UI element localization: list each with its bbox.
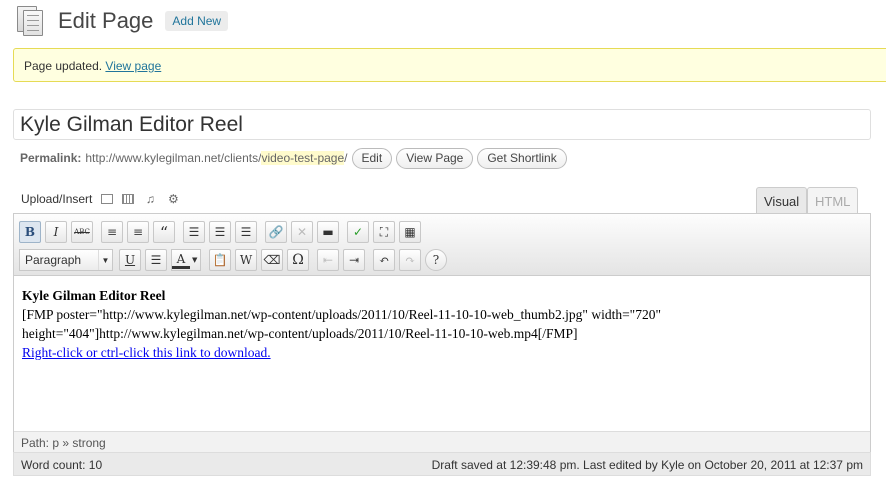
redo-icon[interactable]: ↷ <box>399 249 421 271</box>
edit-permalink-button[interactable]: Edit <box>351 147 393 169</box>
align-center-icon[interactable]: ☰ <box>209 221 231 243</box>
word-count: Word count: 10 <box>21 458 103 472</box>
add-audio-icon[interactable]: ♫ <box>143 192 157 206</box>
permalink-row: Permalink: http://www.kylegilman.net/cli… <box>20 147 567 169</box>
shortcode-line-1: [FMP poster="http://www.kylegilman.net/w… <box>22 307 661 322</box>
insert-link-icon[interactable]: 🔗 <box>265 221 287 243</box>
text-color-button[interactable]: A ▼ <box>171 249 201 271</box>
media-buttons: Upload/Insert ♫ ⚙ <box>21 190 180 208</box>
permalink-suffix: / <box>344 151 348 165</box>
bold-button[interactable]: B <box>19 221 41 243</box>
get-shortlink-button[interactable]: Get Shortlink <box>477 147 567 169</box>
undo-icon[interactable]: ↶ <box>373 249 395 271</box>
strikethrough-button[interactable]: ABC <box>71 221 93 243</box>
page-title: Edit Page <box>58 8 154 33</box>
add-new-button[interactable]: Add New <box>165 11 229 31</box>
draft-saved-status: Draft saved at 12:39:48 pm. Last edited … <box>431 458 863 472</box>
update-notice: Page updated. View page <box>13 48 886 82</box>
permalink-label: Permalink: <box>20 151 82 165</box>
page-header: Edit Page Add New <box>16 4 229 38</box>
unlink-icon[interactable]: ✕ <box>291 221 313 243</box>
shortcode-line-2: height="404"]http://www.kylegilman.net/w… <box>22 326 578 341</box>
upload-insert-label: Upload/Insert <box>21 192 93 206</box>
indent-icon[interactable]: ⇥ <box>343 249 365 271</box>
help-icon[interactable]: ? <box>425 249 447 271</box>
format-select[interactable]: Paragraph ▼ <box>19 249 113 271</box>
align-right-icon[interactable]: ☰ <box>235 221 257 243</box>
chevron-down-icon: ▼ <box>98 250 112 270</box>
bullet-list-icon[interactable]: ≡ <box>101 221 123 243</box>
insert-more-icon[interactable]: ▬ <box>317 221 339 243</box>
tab-visual[interactable]: Visual <box>756 187 808 214</box>
blockquote-button[interactable]: “ <box>153 221 175 243</box>
tab-html[interactable]: HTML <box>807 187 859 214</box>
status-bar: Word count: 10 Draft saved at 12:39:48 p… <box>13 452 871 476</box>
spellcheck-icon[interactable]: ✓ <box>347 221 369 243</box>
kitchen-sink-icon[interactable]: ▦ <box>399 221 421 243</box>
download-link[interactable]: Right-click or ctrl-click this link to d… <box>22 345 271 360</box>
toolbar-row-2: Paragraph ▼ U ☰ A ▼ 📋 W ⌫ Ω ⇤ ⇥ ↶ ↷ ? <box>19 246 870 274</box>
add-media-icon[interactable]: ⚙ <box>166 192 180 206</box>
paste-text-icon[interactable]: 📋 <box>209 249 231 271</box>
fullscreen-icon[interactable]: ⛶ <box>373 221 395 243</box>
align-left-icon[interactable]: ☰ <box>183 221 205 243</box>
special-character-button[interactable]: Ω <box>287 249 309 271</box>
paste-word-icon[interactable]: W <box>235 249 257 271</box>
underline-button[interactable]: U <box>119 249 141 271</box>
toolbar-row-1: B I ABC ≡ ≡ “ ☰ ☰ ☰ 🔗 ✕ ▬ ✓ ⛶ ▦ <box>19 218 870 246</box>
justify-icon[interactable]: ☰ <box>145 249 167 271</box>
clear-formatting-icon[interactable]: ⌫ <box>261 249 283 271</box>
view-page-button[interactable]: View Page <box>396 147 474 169</box>
pages-icon <box>16 5 46 37</box>
add-video-icon[interactable] <box>122 194 135 204</box>
add-image-icon[interactable] <box>101 194 114 204</box>
notice-message: Page updated. <box>24 59 103 73</box>
italic-button[interactable]: I <box>45 221 67 243</box>
outdent-icon[interactable]: ⇤ <box>317 249 339 271</box>
editor-toolbar: B I ABC ≡ ≡ “ ☰ ☰ ☰ 🔗 ✕ ▬ ✓ ⛶ ▦ Paragrap… <box>14 214 870 276</box>
editor-path: Path: p » strong <box>14 431 870 452</box>
permalink-base: http://www.kylegilman.net/clients/ <box>85 151 262 165</box>
format-select-value: Paragraph <box>25 253 82 267</box>
permalink-slug[interactable]: video-test-page <box>261 151 345 165</box>
post-title-input[interactable]: Kyle Gilman Editor Reel <box>13 109 871 140</box>
numbered-list-icon[interactable]: ≡ <box>127 221 149 243</box>
view-page-link[interactable]: View page <box>105 59 161 73</box>
editor: B I ABC ≡ ≡ “ ☰ ☰ ☰ 🔗 ✕ ▬ ✓ ⛶ ▦ Paragrap… <box>13 213 871 476</box>
content-heading: Kyle Gilman Editor Reel <box>22 288 166 303</box>
editor-content[interactable]: Kyle Gilman Editor Reel [FMP poster="htt… <box>14 276 870 431</box>
